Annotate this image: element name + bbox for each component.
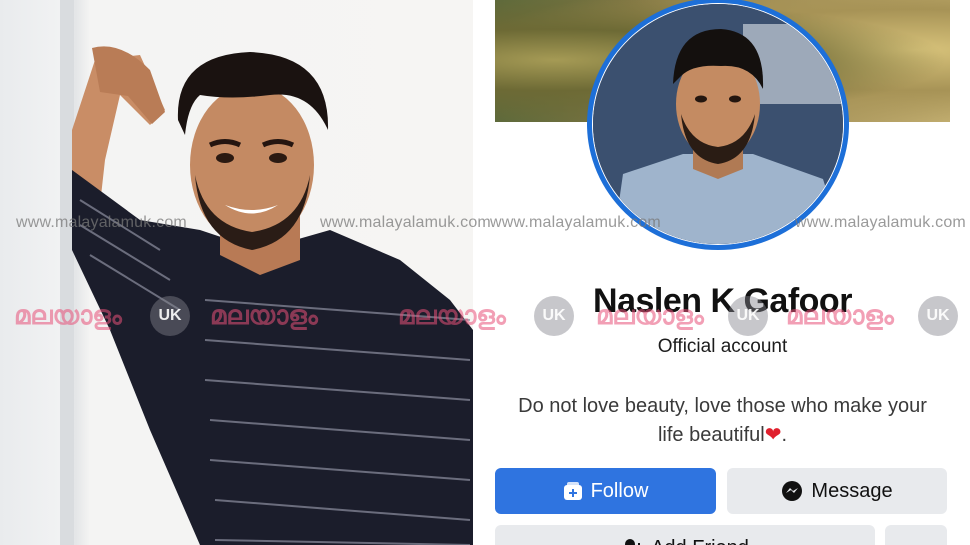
profile-picture[interactable] — [587, 0, 849, 250]
portrait-photo — [0, 0, 473, 545]
profile-bio: Do not love beauty, love those who make … — [495, 392, 950, 450]
watermark-badge: UK — [534, 296, 574, 336]
watermark-logo: മലയാളം — [398, 300, 506, 330]
profile-panel: Naslen K Gafoor Official account Do not … — [495, 0, 970, 545]
add-friend-button[interactable]: Add Friend — [495, 525, 875, 545]
watermark-badge: UK — [918, 296, 958, 336]
avatar-illustration — [593, 4, 843, 244]
watermark-url: www.malayalamuk.com — [320, 214, 491, 231]
follow-plus-icon — [563, 481, 583, 501]
heart-emoji: ❤ — [764, 424, 782, 446]
watermark-url: www.malayalamuk.com — [795, 214, 966, 231]
message-label: Message — [811, 479, 893, 502]
watermark-badge: UK — [728, 296, 768, 336]
message-button[interactable]: Message — [727, 468, 947, 514]
watermark-logo: മലയാളം — [14, 300, 122, 330]
avatar-photo — [593, 4, 843, 244]
bio-line-2: life beautiful — [657, 424, 765, 446]
panel-divider — [473, 0, 495, 545]
more-icon — [904, 537, 928, 545]
follow-label: Follow — [590, 479, 649, 502]
watermark-url: www.malayalamuk.com — [490, 214, 661, 231]
bio-line-1: Do not love beauty, love those who make … — [518, 395, 927, 417]
add-friend-icon — [621, 537, 643, 545]
profile-subtitle: Official account — [657, 336, 788, 357]
bio-line-2-wrap: life beautiful❤. — [657, 424, 788, 446]
watermark-logo: മലയാളം — [786, 300, 894, 330]
portrait-illustration — [60, 0, 473, 545]
watermark-logo: മലയാളം — [596, 300, 704, 330]
follow-button[interactable]: Follow — [495, 468, 716, 514]
watermark-badge: UK — [150, 296, 190, 336]
messenger-icon — [781, 480, 803, 502]
watermark-url: www.malayalamuk.com — [16, 214, 187, 231]
watermark-logo: മലയാളം — [210, 300, 318, 330]
more-button[interactable] — [885, 525, 947, 545]
add-friend-label: Add Friend — [651, 537, 749, 545]
